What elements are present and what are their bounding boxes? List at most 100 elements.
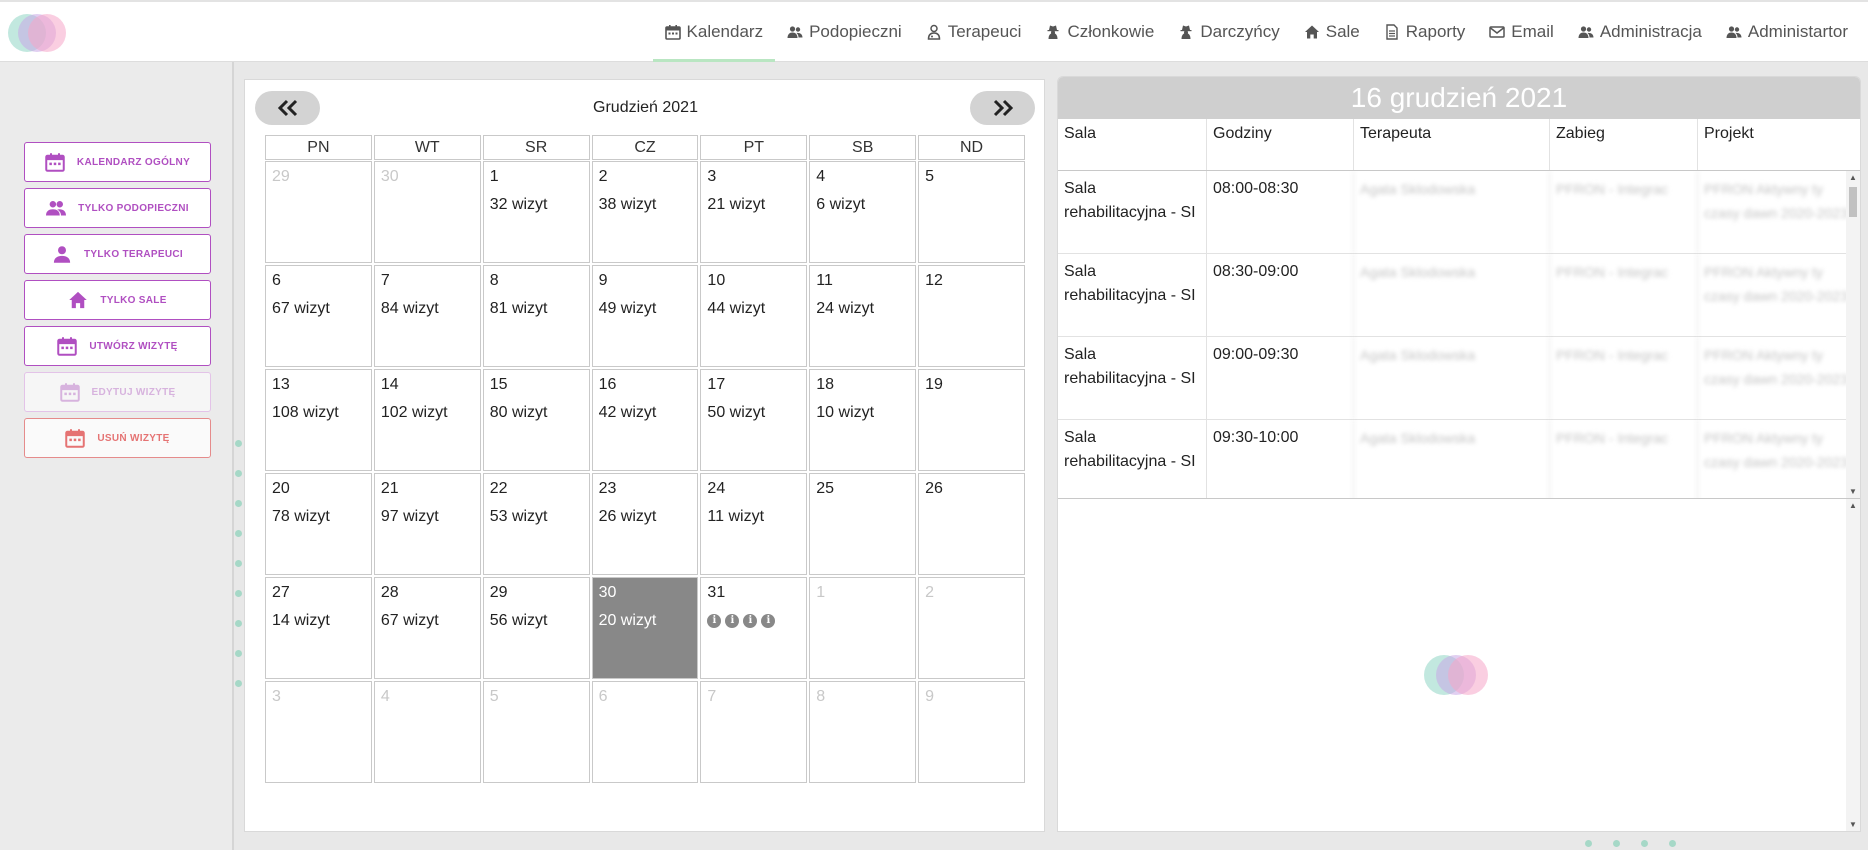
calendar-day[interactable]: 6 67 wizyt [265,265,372,367]
day-number: 8 [816,688,826,705]
nav-item-sale[interactable]: Sale [1292,2,1372,62]
calendar-icon [664,24,681,40]
calendar-day[interactable]: 18 10 wizyt [809,369,917,471]
cell-zabieg: PFRON - Integrac [1549,337,1697,419]
calendar-day[interactable]: 19 [918,369,1025,471]
sidebar-button-0[interactable]: KALENDARZ OGÓLNY [24,142,211,182]
calendar-day[interactable]: 31 i i i i [700,577,808,679]
nav-item-label: Podopieczni [809,22,902,41]
table-row[interactable]: Sala rehabilitacyjna - SI 09:00-09:30 Agat… [1058,337,1860,420]
detail-scrollbar[interactable]: ▲ ▼ [1846,499,1860,831]
cell-sala: Sala rehabilitacyjna - SI [1064,180,1196,221]
calendar-day[interactable]: 3 [265,681,372,783]
detail-area: ▲ ▼ [1058,499,1860,831]
calendar-day[interactable]: 7 [700,681,808,783]
calendar-day[interactable]: 5 [918,161,1025,263]
app-logo[interactable] [8,14,68,54]
cell-zabieg: PFRON - Integrac [1549,171,1697,253]
nav-item-kalendarz[interactable]: Kalendarz [652,2,776,62]
column-header: Godziny [1206,119,1353,170]
calendar-day[interactable]: 4 6 wizyt [809,161,917,263]
loading-spinner-icon [1424,655,1488,695]
calendar-day[interactable]: 22 53 wizyt [482,473,590,575]
calendar-day[interactable]: 26 [918,473,1025,575]
calendar-day[interactable]: 9 [918,681,1025,783]
sidebar-button-4[interactable]: UTWÓRZ WIZYTĘ [24,326,211,366]
calendar-day[interactable]: 3 21 wizyt [700,161,808,263]
calendar-day[interactable]: 17 50 wizyt [700,369,808,471]
weekday-label: PN [265,135,372,160]
cell-sala: Sala rehabilitacyjna - SI [1064,346,1196,387]
calendar-day[interactable]: 11 24 wizyt [809,265,917,367]
sidebar-button-label: KALENDARZ OGÓLNY [76,156,191,168]
info-icon[interactable]: i [725,614,740,628]
calendar-day[interactable]: 6 [591,681,699,783]
info-icon[interactable]: i [743,614,758,628]
day-number: 25 [816,480,835,497]
users-icon [1726,24,1742,40]
calendar-day[interactable]: 2 38 wizyt [591,161,699,263]
calendar-day[interactable]: 20 78 wizyt [265,473,372,575]
table-row[interactable]: Sala rehabilitacyjna - SI 08:30-09:00 Agat… [1058,254,1860,337]
calendar-day[interactable]: 30 [373,161,481,263]
sidebar-button-2[interactable]: TYLKO TERAPEUCI [24,234,211,274]
day-number: 4 [380,688,390,705]
calendar-day[interactable]: 10 44 wizyt [700,265,808,367]
nav-item-członkowie[interactable]: Członkowie [1033,2,1166,62]
calendar-day[interactable]: 13 108 wizyt [265,369,372,471]
nav-item-administartor[interactable]: Administartor [1714,2,1860,62]
visit-count: 14 wizyt [272,612,330,629]
calendar-day[interactable]: 5 [482,681,590,783]
calendar-day[interactable]: 4 [373,681,481,783]
sidebar-button-label: EDYTUJ WIZYTĘ [91,386,176,398]
calendar-day[interactable]: 25 [809,473,917,575]
calendar-day[interactable]: 7 84 wizyt [373,265,481,367]
calendar-day[interactable]: 27 14 wizyt [265,577,372,679]
nav-item-email[interactable]: Email [1477,2,1566,62]
calendar-day[interactable]: 15 80 wizyt [482,369,590,471]
weekday-label: PT [700,135,808,160]
calendar-day[interactable]: 24 11 wizyt [700,473,808,575]
table-row[interactable]: Sala rehabilitacyjna - SI 08:00-08:30 Agat… [1058,171,1860,254]
info-icon[interactable]: i [761,614,776,628]
nav-item-darczyńcy[interactable]: Darczyńcy [1166,2,1291,62]
day-number: 18 [816,376,835,393]
day-title: 16 grudzień 2021 [1058,77,1860,119]
nav-item-label: Terapeuci [947,22,1022,41]
day-number: 14 [380,376,399,393]
calendar-day-selected[interactable]: 30 20 wizyt [591,577,699,679]
next-month-button[interactable] [970,91,1035,125]
visit-count: 81 wizyt [489,300,548,317]
calendar-day[interactable]: 16 42 wizyt [591,369,699,471]
visit-count: 42 wizyt [598,404,657,421]
calendar-day[interactable]: 1 32 wizyt [482,161,590,263]
nav-item-terapeuci[interactable]: Terapeuci [914,2,1034,62]
calendar-day[interactable]: 8 81 wizyt [482,265,590,367]
weekday-label: WT [373,135,481,160]
visits-table-body[interactable]: Sala rehabilitacyjna - SI 08:00-08:30 Agat… [1058,171,1860,499]
weekday-label: SR [482,135,590,160]
calendar-day[interactable]: 29 56 wizyt [482,577,590,679]
calendar-day[interactable]: 23 26 wizyt [591,473,699,575]
calendar-day[interactable]: 8 [809,681,917,783]
info-icon[interactable]: i [707,614,722,628]
calendar-day[interactable]: 1 [809,577,917,679]
sidebar-button-1[interactable]: TYLKO PODOPIECZNI [24,188,211,228]
nav-item-podopieczni[interactable]: Podopieczni [775,2,914,62]
calendar-day[interactable]: 28 67 wizyt [373,577,481,679]
sidebar-button-3[interactable]: TYLKO SALE [24,280,211,320]
table-scrollbar[interactable]: ▲ ▼ [1846,171,1860,498]
sidebar-button-6[interactable]: USUŃ WIZYTĘ [24,418,211,458]
day-number: 8 [489,272,499,289]
nav-item-raporty[interactable]: Raporty [1372,2,1478,62]
visit-count: 21 wizyt [707,196,766,213]
calendar-day[interactable]: 21 97 wizyt [373,473,481,575]
calendar-day[interactable]: 2 [918,577,1025,679]
nav-item-administracja[interactable]: Administracja [1566,2,1714,62]
calendar-day[interactable]: 9 49 wizyt [591,265,699,367]
calendar-day[interactable]: 14 102 wizyt [373,369,481,471]
calendar-day[interactable]: 12 [918,265,1025,367]
table-row[interactable]: Sala rehabilitacyjna - SI 09:30-10:00 Agat… [1058,420,1860,498]
calendar-day[interactable]: 29 [265,161,372,263]
day-number: 1 [816,584,826,601]
